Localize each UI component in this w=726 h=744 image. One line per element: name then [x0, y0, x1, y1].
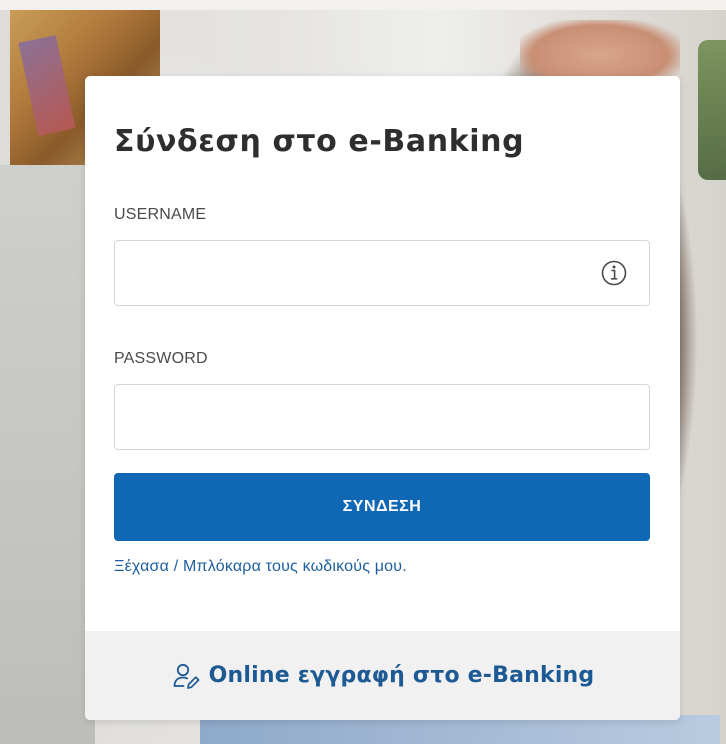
background-wall: [0, 165, 95, 744]
online-register-link[interactable]: Online εγγραφή στο e-Banking: [171, 661, 595, 691]
username-label: USERNAME: [114, 206, 207, 223]
password-label: PASSWORD: [114, 350, 208, 367]
forgot-credentials-link[interactable]: Ξέχασα / Μπλόκαρα τους κωδικούς μου.: [114, 558, 407, 576]
login-card: Σύνδεση στο e-Banking USERNAME PASSWORD …: [85, 76, 680, 720]
username-field[interactable]: [114, 240, 650, 307]
login-title: Σύνδεση στο e-Banking: [114, 124, 525, 159]
password-field[interactable]: [114, 384, 650, 451]
login-button[interactable]: ΣΥΝΔΕΣΗ: [114, 473, 650, 541]
login-page: Σύνδεση στο e-Banking USERNAME PASSWORD …: [0, 0, 726, 744]
register-footer: Online εγγραφή στο e-Banking: [85, 631, 680, 720]
username-input[interactable]: [129, 241, 593, 307]
info-circle-icon[interactable]: [599, 258, 629, 288]
password-input[interactable]: [129, 385, 593, 451]
background-plant: [698, 40, 726, 180]
register-label: Online εγγραφή στο e-Banking: [208, 663, 595, 688]
user-edit-icon: [173, 663, 200, 689]
